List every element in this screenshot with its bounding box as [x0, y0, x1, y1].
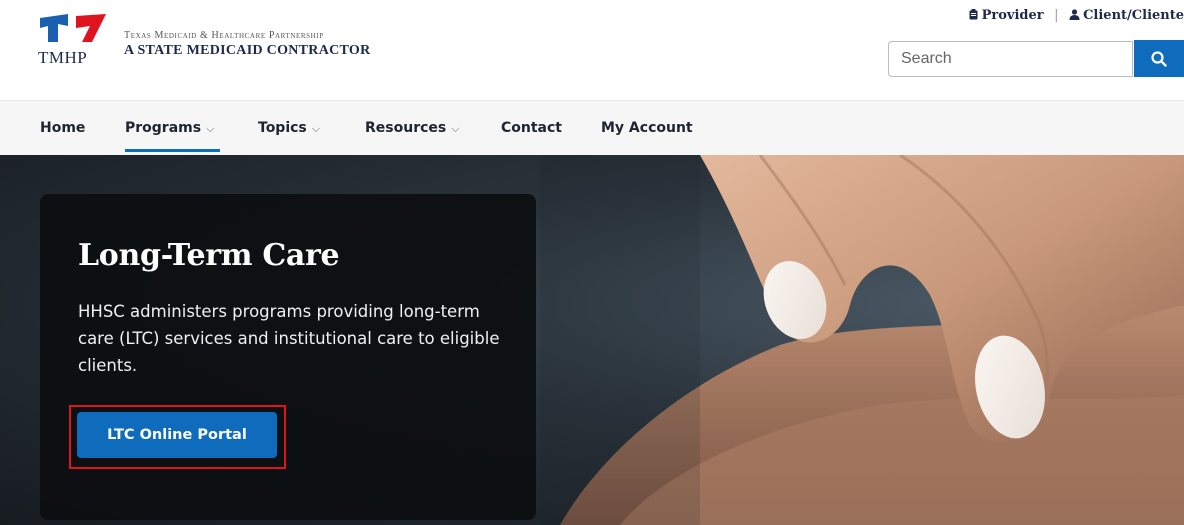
chevron-down-icon: ⌵ [311, 122, 321, 135]
nav-item-label: Contact [501, 120, 562, 136]
utility-links: Provider | Client/Cliente [968, 8, 1184, 23]
nav-item-label: Topics [258, 120, 307, 136]
client-link[interactable]: Client/Cliente [1065, 8, 1184, 23]
search-button[interactable] [1134, 40, 1184, 77]
nav-item-label: Home [40, 120, 86, 136]
chevron-down-icon: ⌵ [206, 122, 215, 135]
main-nav: Home Programs ⌵ Topics ⌵ Resources ⌵ Contac… [0, 100, 1184, 155]
chevron-down-icon: ⌵ [451, 122, 460, 135]
logo-acronym: TMHP [38, 48, 88, 67]
nav-item-programs[interactable]: Programs ⌵ [125, 120, 214, 136]
tmhp-logo[interactable]: TMHP [38, 12, 114, 80]
nav-item-resources[interactable]: Resources ⌵ [365, 120, 460, 136]
search-field[interactable] [888, 41, 1133, 77]
brand-name: Texas Medicaid & Healthcare Partnership [124, 30, 324, 41]
nav-item-label: Resources [365, 120, 447, 136]
provider-link[interactable]: Provider [968, 8, 1049, 23]
nav-item-my-account[interactable]: My Account [601, 120, 693, 136]
hero-card: Long-Term Care HHSC administers programs… [40, 194, 536, 520]
ltc-online-portal-button[interactable]: LTC Online Portal [77, 412, 277, 458]
utility-divider: | [1054, 8, 1059, 23]
nav-item-home[interactable]: Home [40, 120, 85, 136]
active-nav-indicator [125, 149, 220, 152]
hero-banner: Long-Term Care HHSC administers programs… [0, 155, 1184, 525]
site-header: TMHP Texas Medicaid & Healthcare Partner… [0, 0, 1184, 100]
search-input[interactable] [889, 42, 1132, 76]
provider-link-label: Provider [981, 8, 1044, 23]
nav-item-topics[interactable]: Topics ⌵ [258, 120, 320, 136]
clipboard-icon [969, 9, 978, 20]
texas-flag-logo-icon [40, 14, 106, 42]
brand-tagline: A STATE MEDICAID CONTRACTOR [124, 43, 371, 58]
nav-item-contact[interactable]: Contact [501, 120, 562, 136]
nav-item-label: My Account [601, 120, 693, 136]
nav-item-label: Programs [125, 120, 202, 136]
brand-text: Texas Medicaid & Healthcare Partnership … [124, 30, 371, 59]
hero-description: HHSC administers programs providing long… [78, 302, 500, 375]
user-icon [1069, 9, 1080, 20]
client-link-label: Client/Cliente [1083, 8, 1184, 23]
page-title: Long-Term Care [78, 238, 340, 273]
search-icon [1151, 50, 1167, 67]
